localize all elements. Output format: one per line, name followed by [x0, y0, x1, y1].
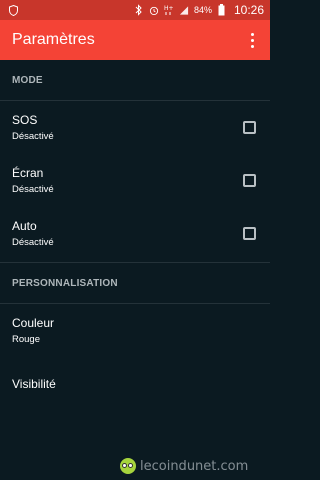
pref-title: Auto	[12, 219, 37, 233]
pref-couleur[interactable]: Couleur Rouge	[0, 304, 270, 357]
pref-title: SOS	[12, 113, 38, 127]
pref-visibilite[interactable]: Visibilité	[0, 357, 270, 410]
owl-logo-icon	[120, 458, 136, 474]
pref-summary: Rouge	[12, 334, 40, 345]
page-title: Paramètres	[12, 31, 95, 48]
watermark: lecoindunet.com	[120, 458, 248, 474]
battery-percent: 84%	[193, 5, 212, 15]
pref-summary: Désactivé	[12, 131, 54, 142]
settings-list: MODE SOS Désactivé Écran Désactivé Auto …	[0, 60, 270, 410]
pref-ecran[interactable]: Écran Désactivé	[0, 154, 270, 207]
status-bar: H+ 84% 10:26	[0, 0, 270, 20]
pref-title: Écran	[12, 166, 44, 180]
hplus-signal-icon: H+	[164, 4, 174, 16]
battery-icon	[217, 4, 227, 16]
bluetooth-icon	[134, 4, 144, 16]
alarm-icon	[149, 4, 159, 16]
pref-summary: Désactivé	[12, 237, 54, 248]
shield-icon	[8, 4, 18, 16]
more-vert-icon[interactable]	[244, 28, 260, 52]
pref-title: Visibilité	[12, 376, 56, 391]
pref-summary: Désactivé	[12, 184, 54, 195]
svg-text:H+: H+	[164, 5, 173, 12]
cell-signal-icon	[179, 4, 189, 16]
section-header-mode: MODE	[12, 74, 43, 86]
pref-sos[interactable]: SOS Désactivé	[0, 101, 270, 154]
sos-checkbox[interactable]	[243, 121, 256, 134]
clock-time: 10:26	[233, 3, 264, 17]
section-header-personnalisation: PERSONNALISATION	[12, 277, 118, 289]
ecran-checkbox[interactable]	[243, 174, 256, 187]
pref-auto[interactable]: Auto Désactivé	[0, 207, 270, 260]
app-bar: Paramètres	[0, 20, 270, 60]
watermark-text: lecoindunet.com	[140, 458, 249, 474]
auto-checkbox[interactable]	[243, 227, 256, 240]
pref-title: Couleur	[12, 316, 55, 330]
